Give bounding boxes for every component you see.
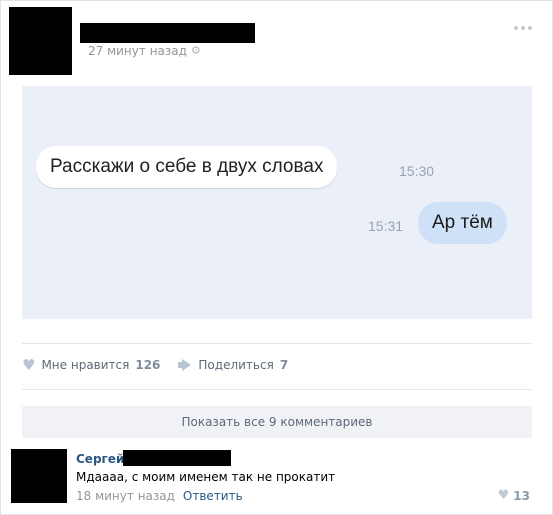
show-all-comments-button[interactable]: Показать все 9 комментариев <box>22 406 532 438</box>
gear-icon: ⚙ <box>190 44 201 57</box>
incoming-message-bubble: Расскажи о себе в двух словах <box>36 146 338 188</box>
comment-like-button[interactable]: ♥ 13 <box>497 488 530 504</box>
post-time[interactable]: 27 минут назад ⚙ <box>88 44 201 58</box>
post-actions: ♥ Мне нравится 126 Поделиться 7 <box>22 356 306 374</box>
comment-like-count: 13 <box>513 489 530 503</box>
comment-author[interactable]: Сергей <box>76 452 124 466</box>
like-label: Мне нравится <box>41 358 130 372</box>
comment-avatar-redacted[interactable] <box>11 449 67 503</box>
wall-post: 27 минут назад ⚙ Расскажи о себе в двух … <box>0 0 553 515</box>
heart-icon: ♥ <box>497 488 510 503</box>
divider <box>22 343 532 344</box>
like-button[interactable]: ♥ Мне нравится 126 <box>22 356 161 374</box>
author-avatar-redacted[interactable] <box>9 7 72 75</box>
comment-text: Мдаааа, с моим именем так не прокатит <box>76 470 336 484</box>
share-count: 7 <box>279 358 289 372</box>
chat-screenshot-image[interactable]: Расскажи о себе в двух словах 15:30 15:3… <box>22 86 532 319</box>
share-button[interactable]: Поделиться 7 <box>178 358 288 372</box>
outgoing-message-time: 15:31 <box>368 218 404 234</box>
comment-author-surname-redacted[interactable] <box>123 450 231 466</box>
outgoing-message-bubble: Ар тём <box>418 202 507 244</box>
comment-time[interactable]: 18 минут назад <box>76 489 175 503</box>
reply-button[interactable]: Ответить <box>183 489 243 503</box>
incoming-message-time: 15:30 <box>399 163 435 179</box>
heart-icon: ♥ <box>22 356 36 374</box>
divider <box>22 389 532 390</box>
author-name-redacted[interactable] <box>80 23 255 43</box>
share-label: Поделиться <box>198 358 274 372</box>
post-time-text[interactable]: 27 минут назад <box>88 44 187 58</box>
like-count: 126 <box>135 358 161 372</box>
comment-meta: 18 минут назад Ответить <box>76 489 243 503</box>
megaphone-icon <box>178 359 192 371</box>
more-options-icon[interactable] <box>514 26 532 30</box>
